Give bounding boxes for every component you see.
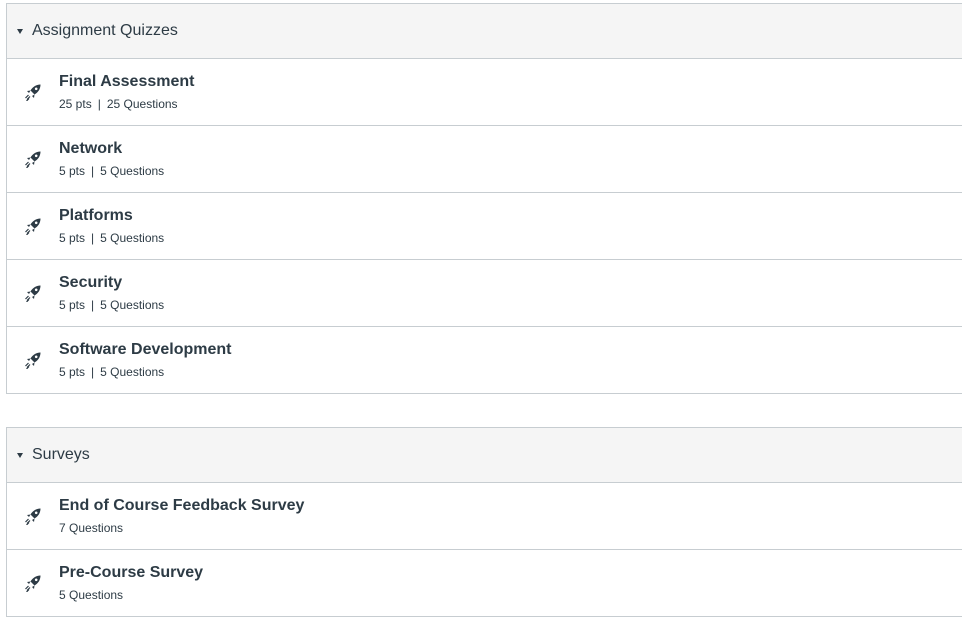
caret-down-icon[interactable] [17, 453, 23, 458]
quiz-row-platforms[interactable]: Platforms 5 pts | 5 Questions [7, 193, 962, 260]
quiz-title[interactable]: Network [59, 140, 122, 158]
quiz-meta: 5 pts | 5 Questions [59, 164, 164, 178]
survey-meta: 5 Questions [59, 588, 123, 602]
surveys-section: Surveys End of Course Feedback Survey 7 … [6, 427, 962, 617]
quiz-points: 5 pts [59, 298, 86, 312]
quiz-points: 5 pts [59, 365, 86, 379]
assignment-quizzes-section: Assignment Quizzes Final Assessment 25 p… [6, 3, 962, 394]
quiz-meta: 5 pts | 5 Questions [59, 298, 164, 312]
caret-down-icon[interactable] [17, 29, 23, 34]
quiz-row-final-assessment[interactable]: Final Assessment 25 pts | 25 Questions [7, 59, 962, 126]
quiz-row-security[interactable]: Security 5 pts | 5 Questions [7, 260, 962, 327]
quiz-meta: 25 pts | 25 Questions [59, 97, 178, 111]
quiz-row-network[interactable]: Network 5 pts | 5 Questions [7, 126, 962, 193]
survey-questions: 7 Questions [59, 521, 124, 535]
survey-row-pre-course[interactable]: Pre-Course Survey 5 Questions [7, 550, 962, 617]
meta-separator: | [91, 365, 95, 379]
survey-row-end-of-course-feedback[interactable]: End of Course Feedback Survey 7 Question… [7, 483, 962, 550]
rocket-quiz-icon [25, 508, 41, 525]
quiz-meta: 5 pts | 5 Questions [59, 365, 164, 379]
quiz-points: 5 pts [59, 231, 86, 245]
quiz-questions: 5 Questions [100, 365, 165, 379]
rocket-quiz-icon [25, 352, 41, 369]
meta-separator: | [91, 298, 95, 312]
section-header-assignment-quizzes[interactable]: Assignment Quizzes [7, 4, 962, 59]
quiz-questions: 5 Questions [100, 164, 165, 178]
rocket-quiz-icon [25, 575, 41, 592]
quiz-questions: 5 Questions [100, 231, 165, 245]
quiz-title[interactable]: Security [59, 274, 122, 292]
section-header-surveys[interactable]: Surveys [7, 428, 962, 483]
quiz-row-software-development[interactable]: Software Development 5 pts | 5 Questions [7, 327, 962, 394]
rocket-quiz-icon [25, 151, 41, 168]
survey-meta: 7 Questions [59, 521, 123, 535]
section-title: Surveys [32, 446, 90, 463]
survey-title[interactable]: Pre-Course Survey [59, 564, 203, 582]
quiz-points: 25 pts [59, 97, 92, 111]
quiz-title[interactable]: Platforms [59, 207, 133, 225]
quiz-title[interactable]: Final Assessment [59, 73, 194, 91]
section-title: Assignment Quizzes [32, 22, 178, 39]
meta-separator: | [97, 97, 101, 111]
rocket-quiz-icon [25, 218, 41, 235]
rocket-quiz-icon [25, 285, 41, 302]
quiz-title[interactable]: Software Development [59, 341, 231, 359]
rocket-quiz-icon [25, 84, 41, 101]
meta-separator: | [91, 164, 95, 178]
quiz-meta: 5 pts | 5 Questions [59, 231, 164, 245]
quiz-questions: 5 Questions [100, 298, 165, 312]
meta-separator: | [91, 231, 95, 245]
quiz-questions: 25 Questions [106, 97, 178, 111]
quiz-points: 5 pts [59, 164, 86, 178]
survey-title[interactable]: End of Course Feedback Survey [59, 497, 304, 515]
survey-questions: 5 Questions [59, 588, 124, 602]
